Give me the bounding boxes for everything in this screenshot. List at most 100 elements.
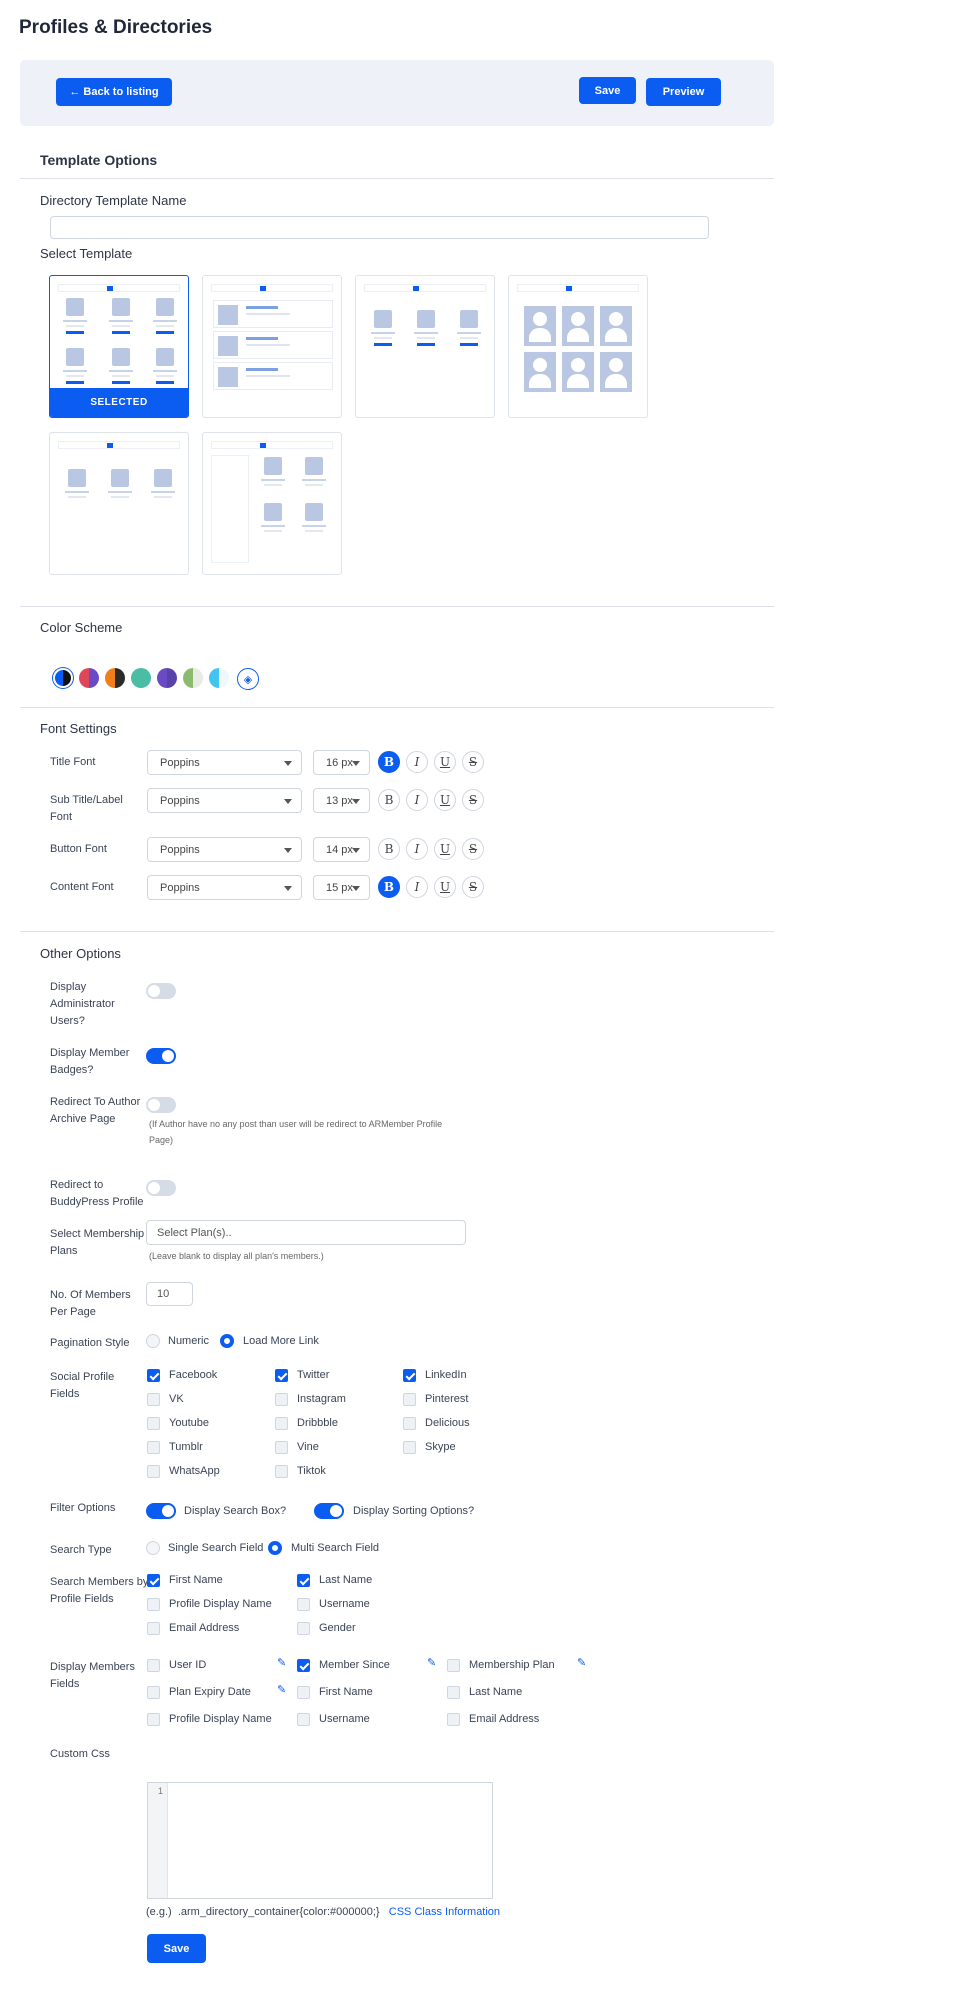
color-swatch[interactable] — [157, 668, 177, 688]
field-checkbox[interactable] — [297, 1713, 310, 1726]
field-checkbox[interactable] — [297, 1686, 310, 1699]
field-checkbox[interactable] — [275, 1417, 288, 1430]
save-button[interactable]: Save — [579, 77, 636, 104]
pagination-load-more-radio[interactable] — [220, 1334, 234, 1348]
redirect-buddypress-toggle[interactable] — [146, 1180, 176, 1196]
display-admin-toggle[interactable] — [146, 983, 176, 999]
field-checkbox[interactable] — [275, 1369, 288, 1382]
field-checkbox[interactable] — [297, 1598, 310, 1611]
field-checkbox[interactable] — [447, 1659, 460, 1672]
pagination-numeric-radio[interactable] — [146, 1334, 160, 1348]
bold-button[interactable]: B — [378, 751, 400, 773]
strikethrough-button[interactable]: S — [462, 876, 484, 898]
field-checkbox[interactable] — [403, 1441, 416, 1454]
italic-button[interactable]: I — [406, 838, 428, 860]
font-size-select[interactable]: 14 px — [313, 837, 370, 862]
underline-button[interactable]: U — [434, 789, 456, 811]
color-swatch[interactable] — [53, 668, 73, 688]
search-single-radio[interactable] — [146, 1541, 160, 1555]
field-checkbox[interactable] — [147, 1369, 160, 1382]
field-checkbox-label: First Name — [319, 1686, 373, 1698]
field-checkbox[interactable] — [147, 1417, 160, 1430]
sorting-options-toggle[interactable] — [314, 1503, 344, 1519]
field-checkbox[interactable] — [297, 1622, 310, 1635]
template-thumb-6[interactable] — [202, 432, 342, 575]
preview-button[interactable]: Preview — [646, 78, 721, 106]
field-checkbox[interactable] — [147, 1713, 160, 1726]
template-photo-card — [524, 352, 556, 392]
field-checkbox[interactable] — [275, 1393, 288, 1406]
redirect-author-toggle[interactable] — [146, 1097, 176, 1113]
back-to-listing-button[interactable]: ← Back to listing — [56, 78, 172, 106]
color-swatch[interactable] — [183, 668, 203, 688]
color-swatch[interactable] — [131, 668, 151, 688]
underline-button[interactable]: U — [434, 751, 456, 773]
field-checkbox[interactable] — [275, 1441, 288, 1454]
paint-bucket-icon[interactable]: ◈ — [237, 668, 259, 690]
field-checkbox[interactable] — [147, 1598, 160, 1611]
field-checkbox[interactable] — [297, 1574, 310, 1587]
bottom-save-button[interactable]: Save — [147, 1934, 206, 1963]
strikethrough-button[interactable]: S — [462, 789, 484, 811]
pencil-icon[interactable]: ✎ — [427, 1656, 436, 1669]
font-family-value: Poppins — [160, 794, 200, 807]
css-example-prefix: (e.g.) — [146, 1906, 172, 1918]
font-family-select[interactable]: Poppins — [147, 788, 302, 813]
font-family-value: Poppins — [160, 756, 200, 769]
display-badges-toggle[interactable] — [146, 1048, 176, 1064]
custom-css-editor[interactable]: 1 — [147, 1782, 493, 1899]
field-checkbox[interactable] — [403, 1417, 416, 1430]
field-checkbox[interactable] — [147, 1393, 160, 1406]
field-checkbox[interactable] — [403, 1369, 416, 1382]
pencil-icon[interactable]: ✎ — [277, 1683, 286, 1696]
font-family-select[interactable]: Poppins — [147, 750, 302, 775]
font-family-select[interactable]: Poppins — [147, 875, 302, 900]
membership-plans-select[interactable]: Select Plan(s).. — [146, 1220, 466, 1245]
template-search-bar — [58, 284, 180, 292]
bold-button[interactable]: B — [378, 789, 400, 811]
field-checkbox[interactable] — [147, 1574, 160, 1587]
bold-button[interactable]: B — [378, 876, 400, 898]
template-thumb-5[interactable] — [49, 432, 189, 575]
underline-button[interactable]: U — [434, 876, 456, 898]
field-checkbox[interactable] — [403, 1393, 416, 1406]
field-checkbox[interactable] — [147, 1686, 160, 1699]
italic-button[interactable]: I — [406, 789, 428, 811]
search-multi-radio[interactable] — [268, 1541, 282, 1555]
template-thumb-3[interactable] — [355, 275, 495, 418]
font-size-select[interactable]: 15 px — [313, 875, 370, 900]
strikethrough-button[interactable]: S — [462, 751, 484, 773]
members-per-page-input[interactable]: 10 — [146, 1282, 193, 1306]
color-swatch[interactable] — [105, 668, 125, 688]
field-checkbox[interactable] — [147, 1441, 160, 1454]
italic-button[interactable]: I — [406, 751, 428, 773]
template-card — [368, 310, 398, 350]
field-checkbox[interactable] — [147, 1465, 160, 1478]
font-size-select[interactable]: 16 px — [313, 750, 370, 775]
field-checkbox-label: LinkedIn — [425, 1369, 467, 1381]
search-box-toggle[interactable] — [146, 1503, 176, 1519]
italic-button[interactable]: I — [406, 876, 428, 898]
strikethrough-button[interactable]: S — [462, 838, 484, 860]
field-checkbox[interactable] — [297, 1659, 310, 1672]
font-size-select[interactable]: 13 px — [313, 788, 370, 813]
template-name-input[interactable] — [50, 216, 709, 239]
css-class-info-link[interactable]: CSS Class Information — [389, 1906, 500, 1918]
field-checkbox[interactable] — [275, 1465, 288, 1478]
template-thumb-2[interactable] — [202, 275, 342, 418]
template-search-bar — [211, 284, 333, 292]
pencil-icon[interactable]: ✎ — [577, 1656, 586, 1669]
font-family-select[interactable]: Poppins — [147, 837, 302, 862]
template-thumb-1[interactable]: SELECTED — [49, 275, 189, 418]
template-thumb-4[interactable] — [508, 275, 648, 418]
field-checkbox[interactable] — [147, 1622, 160, 1635]
bold-button[interactable]: B — [378, 838, 400, 860]
underline-button[interactable]: U — [434, 838, 456, 860]
field-checkbox[interactable] — [447, 1686, 460, 1699]
template-card — [60, 298, 90, 338]
field-checkbox[interactable] — [447, 1713, 460, 1726]
field-checkbox[interactable] — [147, 1659, 160, 1672]
pencil-icon[interactable]: ✎ — [277, 1656, 286, 1669]
color-swatch[interactable] — [209, 668, 229, 688]
color-swatch[interactable] — [79, 668, 99, 688]
